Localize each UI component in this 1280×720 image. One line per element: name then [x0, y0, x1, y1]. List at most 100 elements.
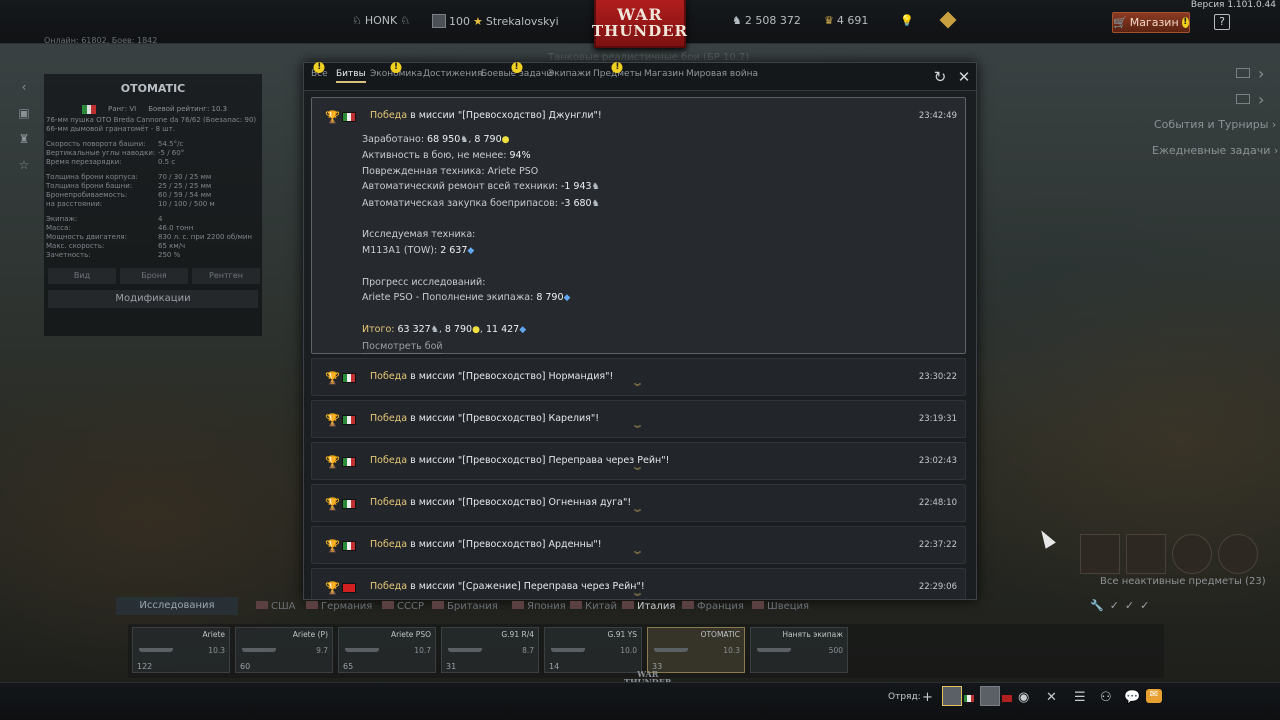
research-button[interactable]: Исследования [116, 597, 238, 615]
battle-entry[interactable]: 🏆 Победа в миссии "[Превосходство] Арден… [311, 526, 966, 564]
warning-icon: ! [611, 62, 623, 73]
help-button[interactable]: ? [1214, 14, 1230, 30]
nation-tab[interactable]: Япония [512, 601, 566, 612]
mail-icon[interactable]: ✉ [1146, 689, 1162, 703]
close-icon[interactable]: ✕ [956, 69, 972, 85]
refresh-icon[interactable]: ↻ [932, 69, 948, 85]
battle-entry[interactable]: 🏆 Победа в миссии "[Превосходство] Норма… [311, 358, 966, 396]
tab-7[interactable]: Магазин [644, 69, 684, 79]
chevron-right-icon[interactable]: › [1258, 90, 1264, 109]
stat-label: Время перезарядки: [46, 158, 122, 166]
stat-label: Макс. скорость: [46, 242, 105, 250]
vehicle-slot[interactable]: Ariete 10.3 122 [132, 627, 230, 673]
nation-tab[interactable]: Швеция [752, 601, 809, 612]
vehicle-slot[interactable]: Нанять экипаж 500 [750, 627, 848, 673]
clan-icon: ♘ [400, 14, 411, 27]
chat-icon[interactable]: 💬 [1124, 690, 1140, 705]
stat-label: Толщина брони корпуса: [46, 173, 138, 181]
clan-icon: ♘ [352, 14, 362, 27]
nation-tab[interactable]: Китай [570, 601, 617, 612]
tab-5[interactable]: Экипажи [548, 69, 591, 79]
stat-row: Вертикальные углы наводки: -5 / 60° [44, 149, 262, 158]
avatar[interactable] [980, 686, 1000, 706]
nation-tab[interactable]: Британия [432, 601, 498, 612]
stat-label: Вертикальные углы наводки: [46, 149, 156, 157]
nation-tab[interactable]: США [256, 601, 296, 612]
list-icon[interactable]: ☰ [1074, 690, 1086, 705]
tab-4[interactable]: Боевые задачи! [481, 62, 552, 79]
chevron-down-icon: ︾ [634, 467, 641, 475]
battle-entry-expanded[interactable]: 🏆 Победа в миссии "[Превосходство] Джунг… [311, 97, 966, 355]
warning-icon: ! [313, 62, 325, 73]
medal-icon[interactable] [1218, 534, 1258, 574]
vehicle-br: 500 [828, 646, 843, 655]
view-replay-link[interactable]: Посмотреть бой [362, 341, 443, 355]
tab-xray[interactable]: Рентген [192, 268, 260, 284]
stat-row: Мощность двигателя: 830 л. с. при 2200 об… [44, 233, 262, 242]
chat-icon[interactable] [1236, 68, 1250, 78]
vehicle-slot[interactable]: OTOMATIC 10.3 33 [647, 627, 745, 673]
clan-tag[interactable]: ♘ HONK ♘ [352, 14, 410, 27]
battle-entry[interactable]: 🏆 Победа в миссии "[Сражение] Переправа … [311, 568, 966, 599]
vehicle-icon [345, 638, 379, 652]
premium-icon[interactable]: 💡 [900, 14, 914, 27]
stat-value: 70 / 30 / 25 мм [158, 173, 212, 181]
star-icon[interactable]: ☆ [14, 158, 34, 174]
modifications-button[interactable]: Модификации [48, 290, 258, 308]
nation-tab[interactable]: Франция [682, 601, 744, 612]
battle-time: 23:42:49 [918, 111, 957, 121]
nation-tab[interactable]: СССР [382, 601, 424, 612]
flag-icon [432, 601, 444, 609]
contacts-icon[interactable]: ⚇ [1100, 690, 1112, 705]
back-arrow-icon[interactable]: ‹ [14, 80, 34, 96]
shop-button[interactable]: 🛒 Магазин ! [1112, 12, 1190, 33]
tank-icon[interactable]: ▣ [14, 106, 34, 122]
booster-item[interactable] [1080, 534, 1120, 574]
crew-icon[interactable]: ♜ [14, 132, 34, 148]
italy-flag-icon [342, 373, 356, 383]
repair-tools-icons[interactable]: 🔧✓✓✓ [1090, 599, 1155, 612]
vehicle-slot[interactable]: Ariete (P) 9.7 60 [235, 627, 333, 673]
nation-tab[interactable]: Италия [622, 601, 675, 612]
vehicle-slot[interactable]: Ariete PSO 10.7 65 [338, 627, 436, 673]
rp-icon: ◆ [467, 245, 475, 256]
player-profile[interactable]: 100 ★ Strekalovskyi [432, 14, 559, 28]
tab-8[interactable]: Мировая война [686, 69, 758, 79]
avatar[interactable] [942, 686, 962, 706]
squad-label: Отряд: [888, 692, 921, 702]
silver-lion-icon: ♞ [732, 14, 742, 27]
battle-entry[interactable]: 🏆 Победа в миссии "[Превосходство] Карел… [311, 400, 966, 438]
chat-icon[interactable] [1236, 94, 1250, 104]
battle-entry[interactable]: 🏆 Победа в миссии "[Превосходство] Переп… [311, 442, 966, 480]
tab-1[interactable]: Битвы [336, 69, 366, 83]
stat-label: Бронепробиваемость: [46, 191, 128, 199]
stat-value: 830 л. с. при 2200 об/мин [158, 233, 253, 241]
tab-6[interactable]: Предметы! [593, 62, 642, 79]
battle-entry[interactable]: 🏆 Победа в миссии "[Превосходство] Огнен… [311, 484, 966, 522]
chevron-right-icon[interactable]: › [1258, 64, 1264, 83]
tab-armor[interactable]: Броня [120, 268, 188, 284]
tab-view[interactable]: Вид [48, 268, 116, 284]
events-link[interactable]: События и Турниры › [1154, 118, 1276, 131]
vehicle-slot[interactable]: G.91 YS 10.0 14 [544, 627, 642, 673]
wallet-icon[interactable] [939, 11, 957, 29]
voice-chat-icon[interactable]: ◉ [1018, 690, 1029, 705]
tab-3[interactable]: Достижения [423, 69, 482, 79]
medal-icon[interactable] [1172, 534, 1212, 574]
inactive-items-link[interactable]: Все неактивные предметы (23) [1100, 576, 1266, 587]
stat-row: Толщина брони башни: 25 / 25 / 25 мм [44, 182, 262, 191]
close-icon[interactable]: ✕ [1046, 690, 1057, 705]
tab-0[interactable]: Все! [311, 62, 328, 79]
war-thunder-logo[interactable]: WAR THUNDER [592, 0, 687, 48]
bulb-icon: ● [501, 135, 510, 145]
silver-lions-balance[interactable]: ♞ 2 508 372 [732, 14, 801, 27]
battle-title: Победа в миссии "[Превосходство] Огненна… [370, 497, 632, 508]
tab-2[interactable]: Экономика! [370, 62, 422, 79]
booster-item[interactable] [1126, 534, 1166, 574]
chevron-down-icon: ︾ [634, 509, 641, 517]
add-squad-icon[interactable]: + [922, 690, 933, 705]
vehicle-slot[interactable]: G.91 R/4 8.7 31 [441, 627, 539, 673]
golden-eagles-balance[interactable]: ♛ 4 691 [824, 14, 868, 27]
daily-tasks-link[interactable]: Ежедневные задачи › [1152, 144, 1278, 157]
nation-tab[interactable]: Германия [306, 601, 372, 612]
